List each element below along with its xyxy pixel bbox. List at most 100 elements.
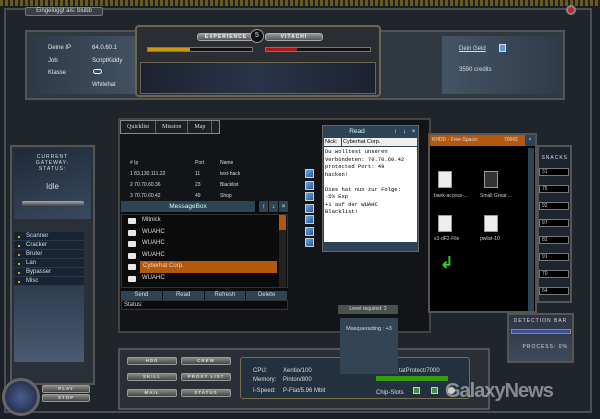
top-border — [0, 0, 600, 6]
connect-icon[interactable] — [305, 215, 314, 224]
status-button[interactable]: STATUS — [181, 389, 231, 397]
col-port: Port — [195, 160, 205, 166]
gateway-status: CURRENT GATEWAY-STATUS: Idle — [14, 149, 91, 219]
hdd-button[interactable]: HDD — [127, 357, 177, 365]
row-port: 49 — [195, 193, 201, 199]
class-label: Klasse — [48, 70, 67, 76]
chip-slots-label: Chip-Slots — [376, 390, 404, 396]
stop-button[interactable]: STOP — [42, 394, 90, 402]
down-icon[interactable]: ↓ — [269, 201, 278, 212]
row-name: Blacklist — [220, 182, 239, 188]
mail-button[interactable]: MAIL — [127, 389, 177, 397]
file-name[interactable]: Small Great ... — [480, 193, 512, 199]
gateway-progress — [21, 201, 84, 206]
file-icon[interactable] — [438, 215, 452, 232]
connect-icon[interactable] — [305, 169, 314, 178]
money-link[interactable]: Dein Geld — [459, 46, 486, 52]
watermark-logo: GalaxyNews — [445, 380, 554, 402]
tool-misc[interactable]: Misc — [14, 277, 84, 286]
experience-bar — [147, 47, 253, 52]
scrollbar[interactable] — [279, 215, 286, 287]
delete-button[interactable]: Delete — [246, 291, 288, 300]
messagebox-window: MessageBox ↑ ↓ × Mitnick WUAHC WUAHC WUA… — [121, 201, 288, 310]
cpu-value: Xentio/100 — [283, 368, 312, 374]
close-icon[interactable]: × — [525, 135, 535, 146]
skyline-image — [140, 62, 376, 94]
file-name[interactable]: s3-dF2-File — [434, 236, 459, 242]
connect-icon[interactable] — [305, 238, 314, 247]
chip-icon[interactable] — [431, 387, 438, 394]
effect-tooltip: Masquerading : +3 — [340, 318, 398, 374]
message-body[interactable]: Du wolltest unseren Verbündeten: 70.70.6… — [324, 147, 417, 242]
snack-value: 31 — [539, 168, 569, 176]
message-item[interactable]: WUAHC — [122, 273, 287, 285]
message-item[interactable]: Mitnick — [122, 215, 287, 227]
col-ip: # Ip — [130, 160, 139, 166]
message-item[interactable]: WUAHC — [122, 250, 287, 262]
tool-bruter[interactable]: Bruter — [14, 250, 84, 259]
snack-value: 64 — [539, 287, 569, 295]
proxy-list-button[interactable]: PROXY LIST — [181, 373, 231, 381]
row-ip[interactable]: 2 70.70.60.36 — [130, 182, 161, 188]
tab-map[interactable]: Map — [188, 121, 213, 133]
row-name: Shop — [220, 193, 232, 199]
exe-file-icon[interactable] — [484, 171, 498, 188]
message-item[interactable]: WUAHC — [122, 227, 287, 239]
up-icon[interactable]: ↑ — [391, 126, 400, 137]
file-name[interactable]: pwlist-10 — [480, 236, 500, 242]
close-icon[interactable]: × — [279, 201, 288, 212]
detection-panel: DETECTION BAR PROCESS: 0% — [507, 313, 574, 363]
close-icon[interactable]: × — [409, 126, 418, 137]
connect-icon[interactable] — [305, 226, 314, 236]
connect-icon[interactable] — [305, 203, 314, 213]
tab-quicklist[interactable]: Quicklist — [121, 121, 156, 133]
tool-cracker[interactable]: Cracker — [14, 241, 84, 250]
close-icon[interactable] — [566, 5, 576, 15]
read-button[interactable]: Read — [163, 291, 205, 300]
speed-value: P-Flat/5.96 Mbit — [283, 388, 326, 394]
row-name: test-hack — [220, 171, 241, 177]
khdd-window: KHDD - Free-Space: 70665 × bank-access-.… — [428, 133, 537, 313]
protect-bar — [376, 376, 448, 381]
tool-lan[interactable]: Lan — [14, 259, 84, 268]
play-button[interactable]: PLAY — [42, 385, 90, 393]
back-arrow-icon[interactable]: ↲ — [440, 253, 453, 273]
hat-icon — [93, 69, 102, 74]
tool-bypasser[interactable]: Bypasser — [14, 268, 84, 277]
refresh-button[interactable]: Refresh — [205, 291, 247, 300]
down-icon[interactable]: ↓ — [400, 126, 409, 137]
vitachi-label: VITACHI — [265, 33, 323, 41]
scrollbar[interactable] — [528, 148, 534, 311]
send-button[interactable]: Send — [121, 291, 163, 300]
memory-value: Pinton/800 — [283, 377, 312, 383]
connect-icon[interactable] — [305, 192, 314, 201]
col-name: Name — [220, 160, 234, 166]
music-dial[interactable] — [2, 378, 40, 416]
message-item[interactable]: WUAHC — [122, 238, 287, 250]
nick-label: Nick: — [324, 138, 341, 146]
process-value: PROCESS: 0% — [522, 344, 568, 350]
snack-value: 75 — [539, 185, 569, 193]
ip-value: 64.0.60.1 — [92, 45, 118, 51]
file-icon[interactable] — [438, 171, 452, 188]
khdd-title: KHDD - Free-Space: — [432, 137, 479, 143]
memory-label: Memory: — [253, 377, 277, 383]
row-ip[interactable]: 3 70.70.60.42 — [130, 193, 161, 199]
level-badge: 5 — [250, 29, 264, 43]
nick-field[interactable]: Cyberhat Corp. — [342, 138, 417, 146]
crew-button[interactable]: CREW — [181, 357, 231, 365]
connect-icon[interactable] — [305, 180, 314, 190]
file-name[interactable]: bank-access-... — [434, 193, 468, 199]
chip-icon[interactable] — [413, 387, 420, 394]
message-list: Mitnick WUAHC WUAHC WUAHC Cyberhat Corp.… — [121, 214, 288, 288]
message-item-selected[interactable]: Cyberhat Corp. — [128, 261, 277, 273]
up-icon[interactable]: ↑ — [259, 201, 268, 212]
tool-scanner[interactable]: Scanner — [14, 232, 84, 241]
skill-button[interactable]: SKILL — [127, 373, 177, 381]
gateway-status-title: CURRENT GATEWAY-STATUS: — [35, 154, 70, 172]
job-value: ScriptKiddy — [92, 58, 123, 64]
row-ip[interactable]: 1 83.130.111.22 — [130, 171, 165, 177]
file-icon[interactable] — [484, 215, 498, 232]
tab-mission[interactable]: Mission — [156, 121, 189, 133]
player-info: Deine IP 64.0.60.1 Job ScriptKiddy Klass… — [32, 36, 152, 94]
